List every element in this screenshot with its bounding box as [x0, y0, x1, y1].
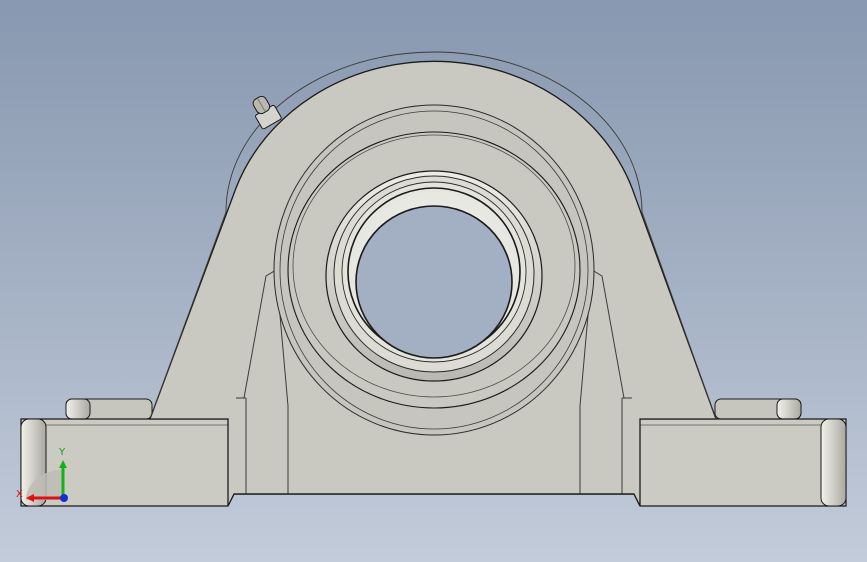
z-axis-dot-icon: [60, 494, 68, 502]
mounting-bolt-right[interactable]: [820, 418, 847, 507]
x-axis-label: X: [16, 489, 23, 500]
bore[interactable]: [355, 205, 513, 359]
y-axis-label: Y: [58, 447, 66, 458]
rear-bolt-boss-right: [714, 398, 802, 420]
cad-viewport[interactable]: X Y: [0, 0, 867, 562]
rear-bolt-boss-left: [65, 398, 153, 420]
grease-nipple[interactable]: [248, 93, 282, 130]
pillow-block-bearing-model[interactable]: X Y: [0, 0, 867, 562]
